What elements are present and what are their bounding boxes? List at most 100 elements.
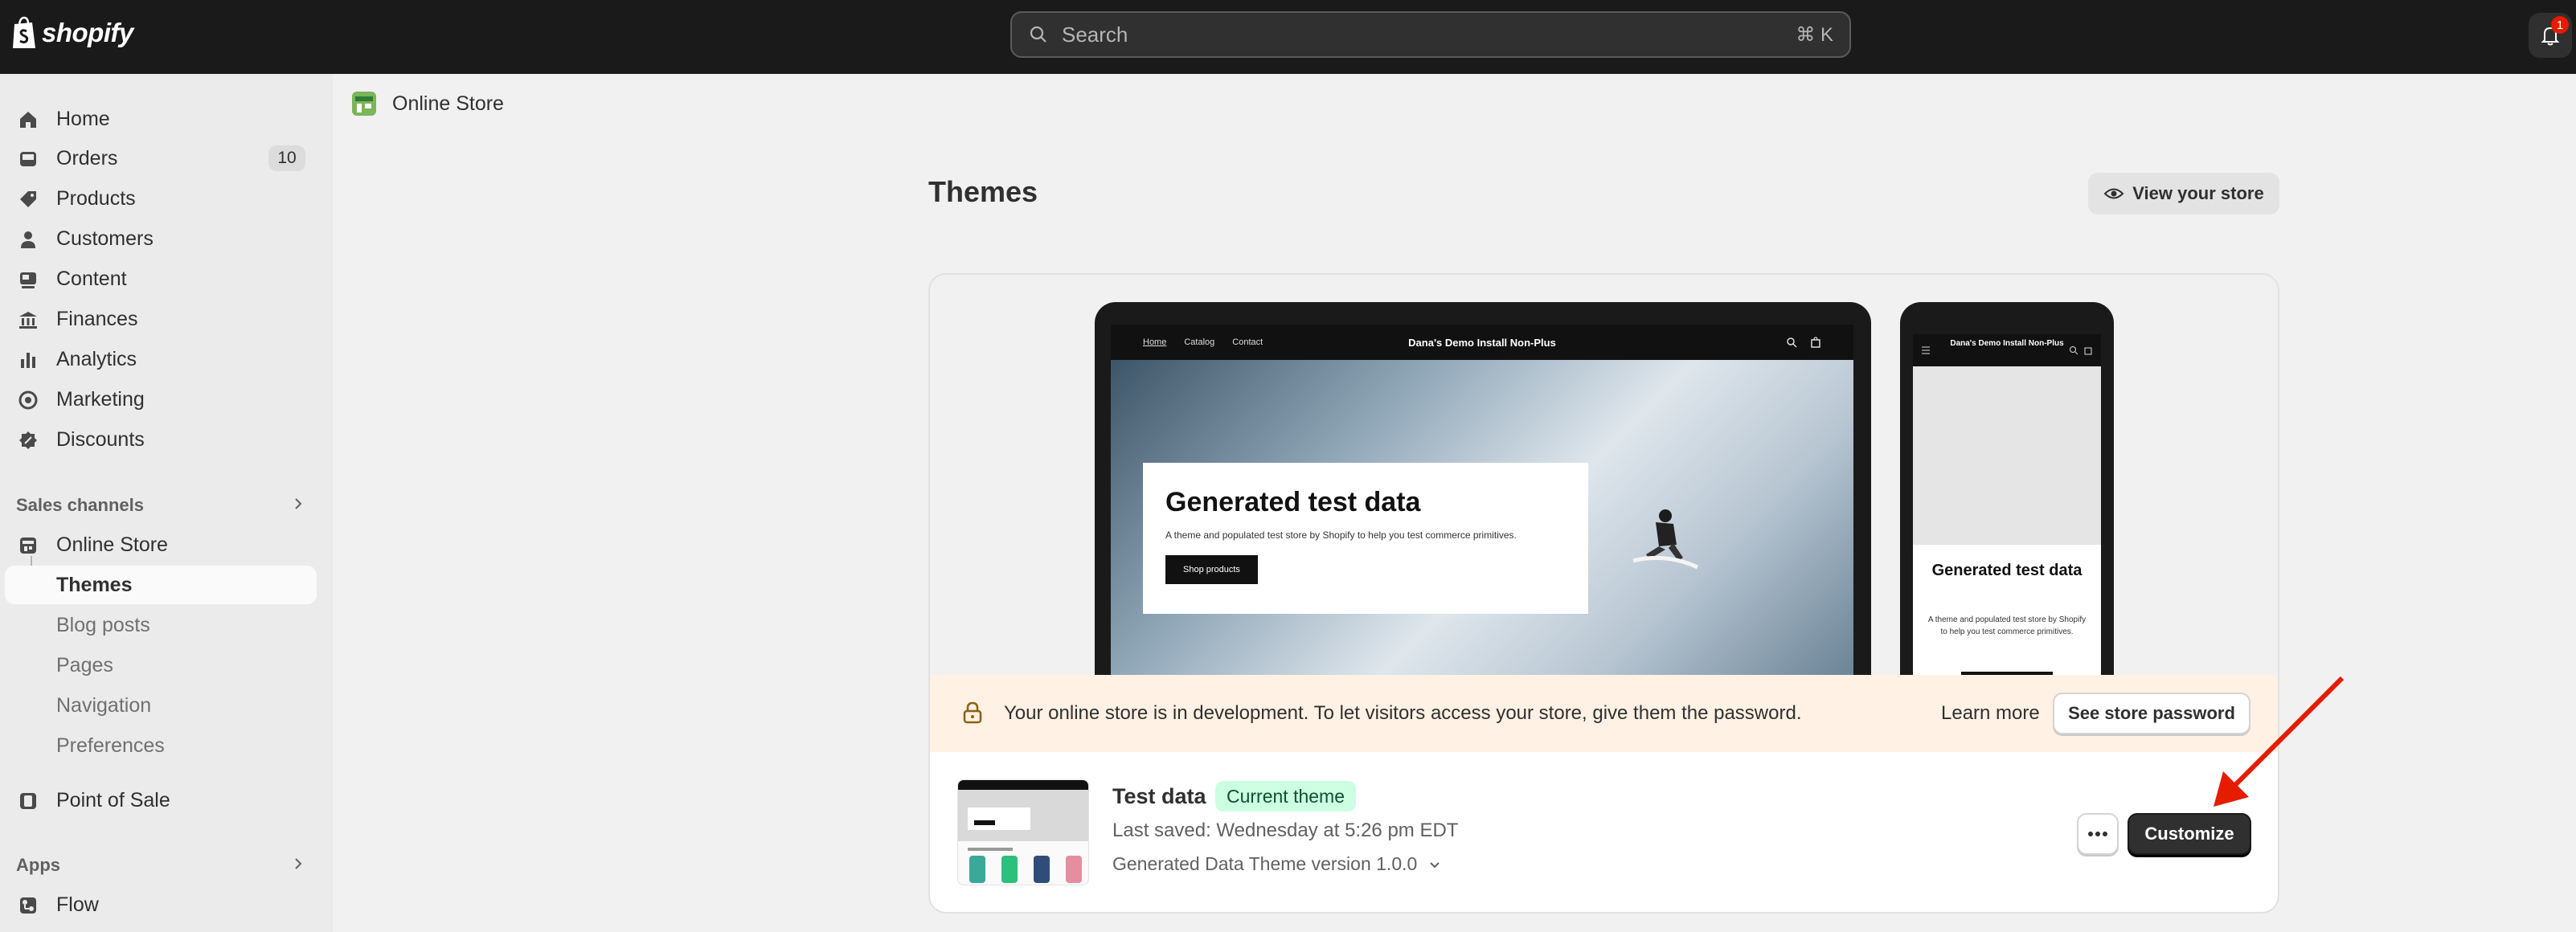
sidebar-item-home[interactable]: Home (5, 100, 317, 138)
annotation-arrow (2214, 676, 2345, 807)
orders-count-badge: 10 (268, 145, 305, 171)
bar-chart-icon (21, 353, 35, 368)
sidebar-item-label: Blog posts (56, 613, 150, 636)
discount-icon (19, 431, 37, 449)
search-icon (1787, 337, 1797, 348)
sidebar-item-label: Discounts (56, 427, 145, 451)
mobile-preview-header: Dana's Demo Install Non-Plus (1913, 334, 2101, 366)
sidebar-item-label: Navigation (56, 693, 152, 717)
sidebar-item-label: Home (56, 107, 110, 130)
shopify-bag-icon (13, 16, 35, 48)
mobile-preview-text: A theme and populated test store by Shop… (1927, 615, 2087, 636)
online-store-icon (352, 92, 376, 116)
theme-name: Test data (1112, 784, 1206, 808)
ellipsis-icon (2088, 832, 2107, 836)
eye-icon (2103, 188, 2124, 199)
mobile-preview: Dana's Demo Install Non-Plus Generated t… (1900, 302, 2114, 704)
sidebar-item-label: Finances (56, 307, 138, 330)
sidebar-item-blog-posts[interactable]: Blog posts (5, 606, 317, 644)
preview-shop-button: Shop products (1165, 555, 1258, 584)
sidebar-item-themes[interactable]: Themes (5, 566, 317, 604)
theme-thumbnail[interactable] (957, 779, 1089, 885)
more-actions-button[interactable] (2077, 813, 2119, 855)
sidebar-item-label: Preferences (56, 734, 165, 757)
view-store-label: View your store (2132, 183, 2264, 203)
sidebar-item-flow[interactable]: Flow (5, 885, 317, 924)
theme-version-dropdown[interactable]: Generated Data Theme version 1.0.0 (1112, 853, 1441, 875)
theme-version: Generated Data Theme version 1.0.0 (1112, 853, 1418, 874)
search-icon (2070, 346, 2078, 355)
search-placeholder: Search (1062, 22, 1128, 47)
sidebar-item-orders[interactable]: Orders 10 (5, 139, 317, 178)
sidebar-item-analytics[interactable]: Analytics (5, 340, 317, 378)
thumbnail-header (958, 780, 1088, 790)
sidebar-item-customers[interactable]: Customers (5, 219, 317, 258)
search-icon (1030, 26, 1046, 43)
thumbnail-hero-box (968, 807, 1030, 830)
cart-icon (1811, 337, 1820, 348)
sidebar-item-marketing[interactable]: Marketing (5, 380, 317, 419)
sidebar-item-preferences[interactable]: Preferences (5, 726, 317, 765)
point-of-sale-icon (20, 793, 36, 809)
sidebar-item-label: Products (56, 186, 136, 210)
page-title: Themes (928, 175, 1038, 208)
view-store-button[interactable]: View your store (2088, 173, 2279, 215)
person-icon (21, 231, 35, 248)
desktop-preview: Home Catalog Contact Dana's Demo Install… (1095, 302, 1871, 704)
chevron-right-icon[interactable] (291, 497, 305, 511)
target-icon (18, 390, 38, 410)
customize-button[interactable]: Customize (2128, 813, 2251, 855)
top-bar: shopify Search ⌘ K 1 (0, 0, 2576, 74)
preview-hero-text: A theme and populated test store by Shop… (1165, 529, 1517, 541)
sidebar-item-label: Content (56, 267, 127, 290)
sidebar-item-point-of-sale[interactable]: Point of Sale (5, 781, 317, 820)
breadcrumb: Online Store (350, 90, 504, 117)
snowboarder-image (1632, 509, 1699, 570)
flow-icon (20, 897, 36, 914)
search-bar[interactable]: Search ⌘ K (1010, 11, 1851, 58)
breadcrumb-label[interactable]: Online Store (392, 92, 504, 116)
notifications-button[interactable]: 1 (2529, 13, 2572, 58)
sidebar: Home Orders 10 Products Customers Conten… (0, 74, 333, 932)
search-shortcut: ⌘ K (1796, 23, 1833, 46)
tag-icon (20, 191, 36, 207)
sidebar-item-products[interactable]: Products (5, 179, 317, 218)
chevron-down-icon (1430, 861, 1440, 868)
desktop-preview-screen: Home Catalog Contact Dana's Demo Install… (1111, 325, 1853, 678)
lock-icon (963, 701, 982, 724)
cart-icon (2084, 347, 2092, 355)
sidebar-item-label: Customers (56, 227, 154, 250)
mobile-preview-image (1913, 366, 2101, 545)
sidebar-item-label: Orders (56, 146, 118, 170)
preview-store-name: Dana's Demo Install Non-Plus (1408, 336, 1556, 349)
sidebar-item-label: Analytics (56, 347, 137, 370)
shopify-logo[interactable]: shopify (11, 16, 133, 50)
sidebar-item-content[interactable]: Content (5, 260, 317, 298)
chevron-right-icon[interactable] (291, 856, 305, 871)
sidebar-item-discounts[interactable]: Discounts (5, 420, 317, 459)
apps-heading: Apps (16, 855, 60, 875)
sidebar-item-label: Point of Sale (56, 788, 170, 811)
theme-last-saved: Last saved: Wednesday at 5:26 pm EDT (1112, 820, 1459, 841)
mobile-preview-screen: Dana's Demo Install Non-Plus Generated t… (1913, 334, 2101, 688)
thumbnail-text-line (968, 848, 1013, 851)
content-icon (20, 272, 36, 288)
sidebar-item-label: Pages (56, 653, 113, 677)
learn-more-link[interactable]: Learn more (1941, 702, 2040, 725)
preview-header-icons (1786, 337, 1821, 348)
sidebar-item-label: Marketing (56, 387, 145, 411)
sidebar-item-online-store[interactable]: Online Store (5, 525, 317, 564)
development-banner: Your online store is in development. To … (930, 675, 2278, 752)
current-theme-card: Home Catalog Contact Dana's Demo Install… (928, 273, 2279, 914)
mobile-preview-store-name: Dana's Demo Install Non-Plus (1950, 339, 2064, 348)
sidebar-item-navigation[interactable]: Navigation (5, 686, 317, 725)
sidebar-item-pages[interactable]: Pages (5, 646, 317, 685)
sidebar-item-finances[interactable]: Finances (5, 300, 317, 338)
sidebar-item-label: Themes (56, 573, 133, 596)
banner-message: Your online store is in development. To … (1004, 702, 1802, 724)
bank-icon (19, 312, 37, 329)
preview-hero-heading: Generated test data (1165, 487, 1421, 517)
notification-badge: 1 (2551, 16, 2569, 34)
theme-preview[interactable]: Home Catalog Contact Dana's Demo Install… (930, 275, 2278, 704)
menu-icon (1922, 346, 1930, 354)
